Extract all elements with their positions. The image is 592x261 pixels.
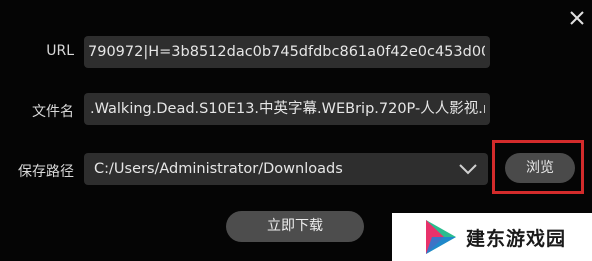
url-label: URL bbox=[46, 43, 74, 59]
leaf-logo-icon bbox=[426, 220, 456, 254]
save-path-label: 保存路径 bbox=[18, 164, 74, 180]
filename-input[interactable] bbox=[90, 93, 485, 125]
close-icon bbox=[570, 11, 584, 25]
close-button[interactable] bbox=[566, 7, 588, 29]
watermark: 建东游戏园 bbox=[392, 213, 592, 261]
filename-field-box[interactable] bbox=[84, 93, 490, 125]
url-input[interactable] bbox=[88, 36, 485, 68]
chevron-down-icon[interactable] bbox=[458, 162, 478, 176]
watermark-text: 建东游戏园 bbox=[466, 227, 567, 250]
save-path-select[interactable]: C:/Users/Administrator/Downloads bbox=[84, 153, 488, 185]
browse-button[interactable]: 浏览 bbox=[505, 153, 575, 183]
download-now-button[interactable]: 立即下载 bbox=[226, 211, 364, 242]
save-path-value: C:/Users/Administrator/Downloads bbox=[94, 161, 343, 177]
filename-label: 文件名 bbox=[32, 104, 74, 120]
url-field-box[interactable] bbox=[84, 36, 490, 68]
